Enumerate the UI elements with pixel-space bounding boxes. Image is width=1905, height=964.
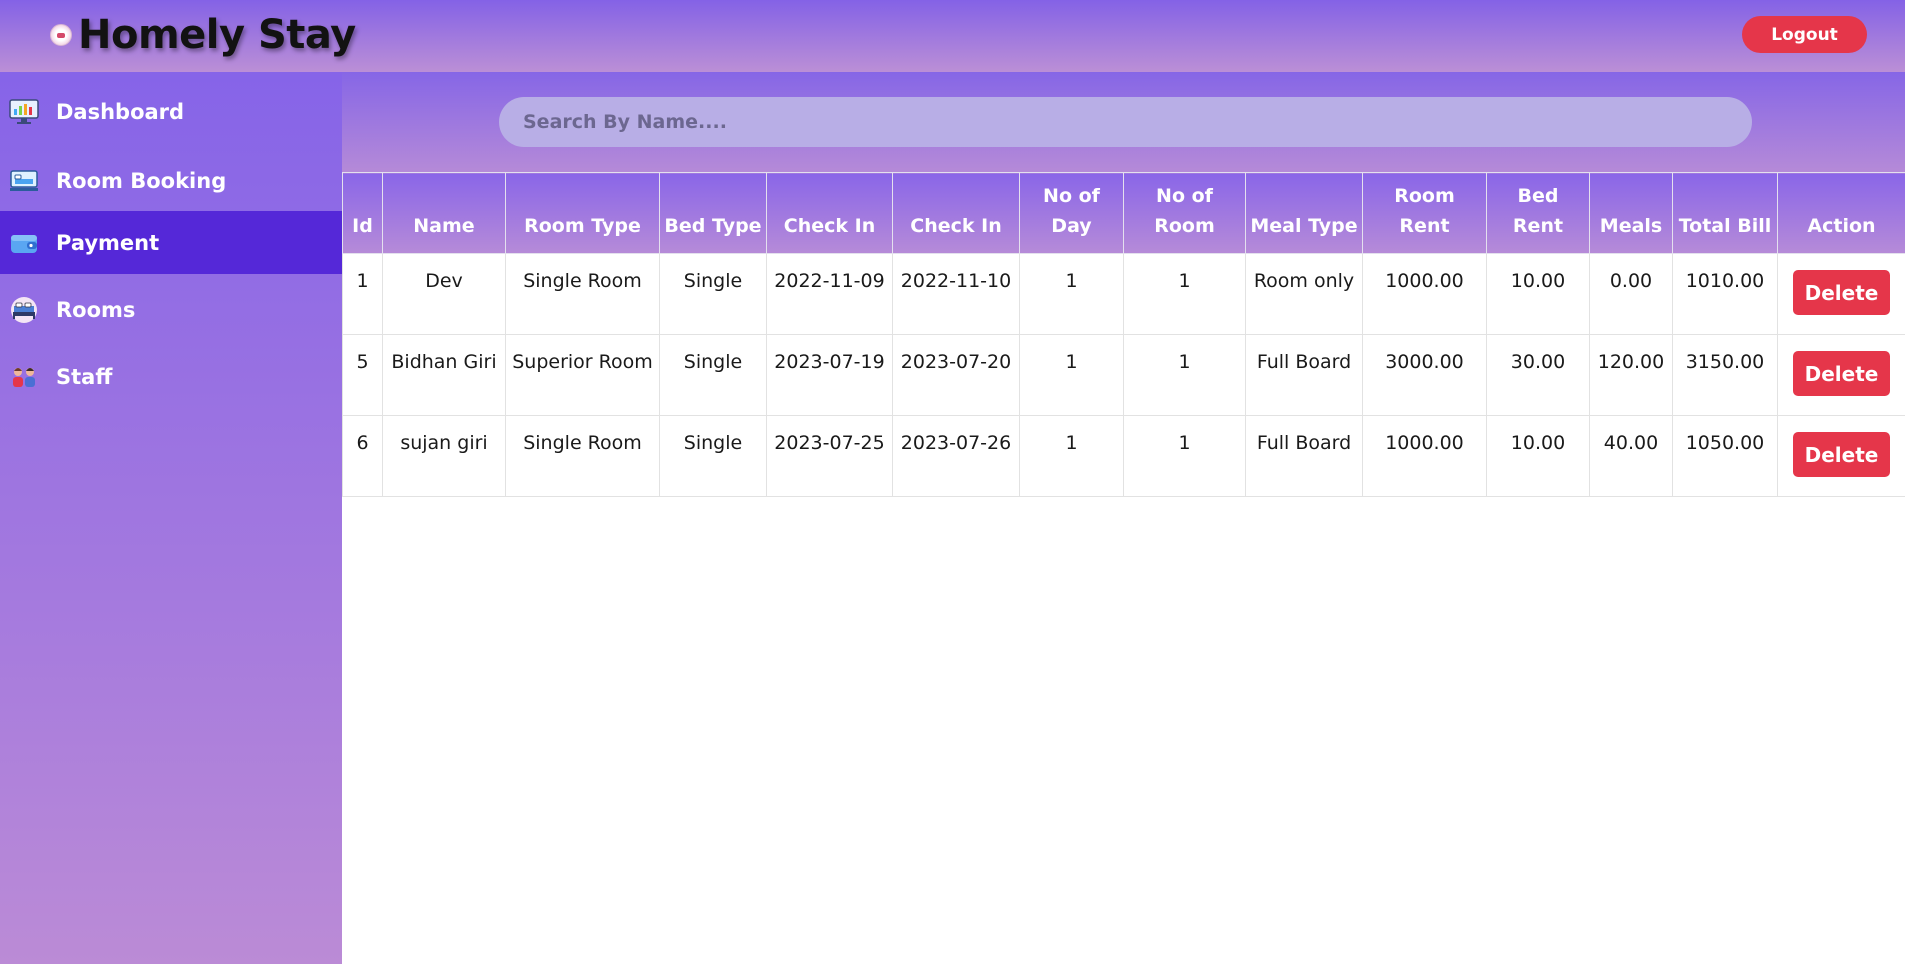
cell-meal-type: Room only (1245, 253, 1363, 335)
cell-bed-rent: 10.00 (1486, 415, 1590, 497)
cell-name: Bidhan Giri (382, 334, 506, 416)
column-header-meal-type: Meal Type (1245, 172, 1363, 254)
cell-check-in: 2023-07-19 (766, 334, 893, 416)
sidebar-item-room-booking[interactable]: Room Booking (0, 149, 342, 212)
column-header-bed-type: Bed Type (659, 172, 767, 254)
sidebar-item-staff[interactable]: Staff (0, 345, 342, 408)
cell-no-of-room: 1 (1123, 253, 1246, 335)
cell-check-out: 2023-07-20 (892, 334, 1020, 416)
sidebar-item-label: Dashboard (56, 99, 185, 124)
cell-check-out: 2023-07-26 (892, 415, 1020, 497)
column-header-name: Name (382, 172, 506, 254)
cell-room-type: Single Room (505, 415, 660, 497)
cell-total-bill: 3150.00 (1672, 334, 1778, 416)
payments-table: Id Name Room Type Bed Type Check In Chec… (342, 172, 1905, 497)
cell-id: 6 (342, 415, 383, 497)
delete-button[interactable]: Delete (1793, 432, 1890, 477)
cell-bed-type: Single (659, 253, 767, 335)
column-header-action: Action (1777, 172, 1905, 254)
column-header-no-of-day: No of Day (1019, 172, 1124, 254)
column-header-meals: Meals (1589, 172, 1673, 254)
column-header-total-bill: Total Bill (1672, 172, 1778, 254)
sidebar-item-label: Room Booking (56, 168, 227, 193)
table-header-row: Id Name Room Type Bed Type Check In Chec… (342, 172, 1905, 254)
wallet-icon (8, 229, 40, 257)
delete-button[interactable]: Delete (1793, 270, 1890, 315)
delete-button[interactable]: Delete (1793, 351, 1890, 396)
column-header-bed-rent: Bed Rent (1486, 172, 1590, 254)
monitor-chart-icon (8, 98, 40, 126)
sidebar-item-payment[interactable]: Payment (0, 211, 342, 274)
cell-name: Dev (382, 253, 506, 335)
cell-meals: 120.00 (1589, 334, 1673, 416)
column-header-id: Id (342, 172, 383, 254)
sidebar: Dashboard Room Booking Payment Rooms Sta… (0, 72, 342, 964)
column-header-room-type: Room Type (505, 172, 660, 254)
cell-id: 1 (342, 253, 383, 335)
top-bar: Homely Stay Logout (0, 0, 1905, 72)
cell-room-type: Superior Room (505, 334, 660, 416)
cell-id: 5 (342, 334, 383, 416)
sidebar-item-label: Payment (56, 230, 160, 255)
sidebar-item-rooms[interactable]: Rooms (0, 278, 342, 341)
cell-bed-type: Single (659, 415, 767, 497)
table-row: 1 Dev Single Room Single 2022-11-09 2022… (342, 253, 1905, 335)
cell-action: Delete (1777, 253, 1905, 335)
cell-no-of-room: 1 (1123, 415, 1246, 497)
cell-no-of-room: 1 (1123, 334, 1246, 416)
cell-room-type: Single Room (505, 253, 660, 335)
cell-meal-type: Full Board (1245, 334, 1363, 416)
table-row: 6 sujan giri Single Room Single 2023-07-… (342, 415, 1905, 497)
cell-meals: 0.00 (1589, 253, 1673, 335)
cell-no-of-day: 1 (1019, 253, 1124, 335)
cell-no-of-day: 1 (1019, 334, 1124, 416)
column-header-no-of-room: No of Room (1123, 172, 1246, 254)
column-header-room-rent: Room Rent (1362, 172, 1487, 254)
cell-total-bill: 1010.00 (1672, 253, 1778, 335)
cell-meals: 40.00 (1589, 415, 1673, 497)
column-header-check-out: Check In (892, 172, 1020, 254)
cell-check-out: 2022-11-10 (892, 253, 1020, 335)
cell-room-rent: 1000.00 (1362, 253, 1487, 335)
cell-meal-type: Full Board (1245, 415, 1363, 497)
table-row: 5 Bidhan Giri Superior Room Single 2023-… (342, 334, 1905, 416)
cell-check-in: 2022-11-09 (766, 253, 893, 335)
sidebar-item-dashboard[interactable]: Dashboard (0, 80, 342, 143)
brand[interactable]: Homely Stay (50, 10, 356, 60)
cell-name: sujan giri (382, 415, 506, 497)
cell-room-rent: 3000.00 (1362, 334, 1487, 416)
search-input[interactable] (499, 97, 1752, 147)
logo-icon (50, 24, 72, 46)
sidebar-item-label: Rooms (56, 297, 136, 322)
cell-action: Delete (1777, 334, 1905, 416)
cell-total-bill: 1050.00 (1672, 415, 1778, 497)
logout-button[interactable]: Logout (1742, 16, 1867, 53)
column-header-check-in: Check In (766, 172, 893, 254)
cell-bed-rent: 30.00 (1486, 334, 1590, 416)
cell-bed-type: Single (659, 334, 767, 416)
cell-room-rent: 1000.00 (1362, 415, 1487, 497)
cell-action: Delete (1777, 415, 1905, 497)
app-title: Homely Stay (78, 12, 356, 58)
cell-bed-rent: 10.00 (1486, 253, 1590, 335)
bed-icon (8, 296, 40, 324)
bed-booking-icon (8, 167, 40, 195)
cell-no-of-day: 1 (1019, 415, 1124, 497)
cell-check-in: 2023-07-25 (766, 415, 893, 497)
content-header (342, 72, 1905, 172)
staff-people-icon (8, 363, 40, 391)
sidebar-item-label: Staff (56, 364, 113, 389)
